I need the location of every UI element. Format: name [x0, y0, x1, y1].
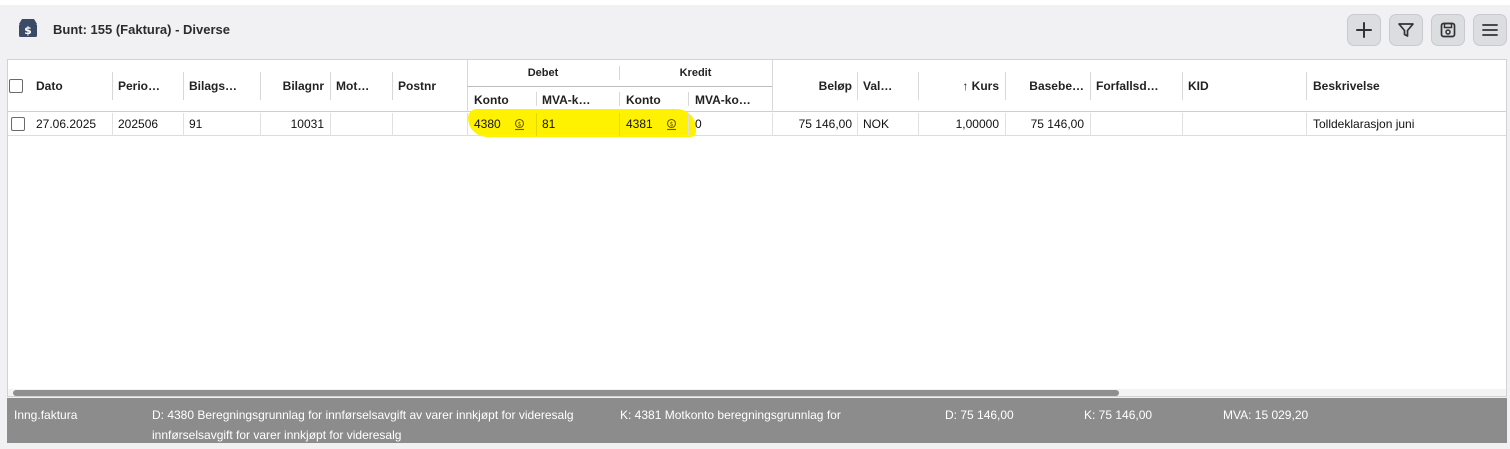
col-kredit-mva[interactable]: MVA-ko… [695, 93, 751, 107]
col-kid[interactable]: KID [1188, 79, 1209, 93]
col-motpart[interactable]: Mot… [336, 79, 369, 93]
row-checkbox[interactable] [11, 117, 25, 131]
horizontal-scrollbar-thumb[interactable] [13, 390, 1119, 396]
col-periode[interactable]: Perio… [118, 79, 160, 93]
filter-button[interactable] [1389, 14, 1423, 46]
summary-footer: Inng.faktura D: 4380 Beregningsgrunnlag … [7, 398, 1507, 443]
hamburger-menu-icon [1482, 24, 1498, 36]
footer-kredit-account-cont: innførselsavgift for varer innkjøpt for … [152, 428, 402, 442]
page-title: Bunt: 155 (Faktura) - Diverse [53, 22, 230, 37]
cell-beskrivelse[interactable]: Tolldeklarasjon juni [1313, 113, 1414, 136]
voucher-grid: Dato Perio… Bilags… Bilagnr Mot… Postnr … [7, 59, 1507, 397]
col-beskrivelse[interactable]: Beskrivelse [1313, 79, 1380, 93]
cell-kredit-konto[interactable]: 4381 [626, 113, 653, 136]
cell-postnr[interactable] [398, 113, 458, 136]
col-debet-konto[interactable]: Konto [474, 93, 509, 107]
col-forfallsdato[interactable]: Forfallsd… [1096, 79, 1159, 93]
cell-debet-konto[interactable]: 4380 [474, 113, 501, 136]
col-debet-mva[interactable]: MVA-k… [542, 93, 590, 107]
col-bilagsart[interactable]: Bilags… [189, 79, 237, 93]
save-button[interactable] [1431, 14, 1465, 46]
svg-text:$: $ [24, 24, 32, 37]
menu-button[interactable] [1473, 14, 1507, 46]
cell-valuta[interactable]: NOK [863, 113, 889, 136]
select-all-checkbox[interactable] [9, 79, 23, 93]
cell-periode[interactable]: 202506 [118, 113, 158, 136]
svg-text:$: $ [518, 121, 522, 128]
svg-text:$: $ [670, 121, 674, 128]
kredit-konto-lookup-icon[interactable]: $ [665, 113, 678, 136]
col-postnr[interactable]: Postnr [398, 79, 436, 93]
col-bilagnr[interactable]: Bilagnr [266, 79, 324, 93]
group-debet: Debet [527, 67, 559, 79]
col-basebelop[interactable]: Basebe… [1011, 79, 1084, 93]
footer-mva-sum: MVA: 15 029,20 [1223, 408, 1309, 422]
cell-forfallsdato[interactable] [1096, 113, 1176, 136]
cell-kid[interactable] [1188, 113, 1298, 136]
cell-basebelop[interactable]: 75 146,00 [1011, 113, 1084, 136]
col-valuta[interactable]: Val… [863, 79, 892, 93]
cash-box-icon: $ [17, 17, 39, 39]
cell-kredit-mva[interactable]: 0 [695, 113, 702, 136]
footer-kredit-sum: K: 75 146,00 [1084, 408, 1153, 422]
col-dato[interactable]: Dato [36, 79, 63, 93]
cell-bilagnr[interactable]: 10031 [266, 113, 324, 136]
footer-debet-sum: D: 75 146,00 [945, 408, 1014, 422]
cell-bilagsart[interactable]: 91 [189, 113, 202, 136]
filter-icon [1398, 23, 1414, 37]
cell-motpart[interactable] [336, 113, 386, 136]
col-kredit-konto[interactable]: Konto [626, 93, 661, 107]
cell-debet-mva[interactable]: 81 [542, 113, 555, 136]
footer-voucher-type: Inng.faktura [14, 408, 78, 422]
add-button[interactable] [1347, 14, 1381, 46]
cell-dato[interactable]: 27.06.2025 [36, 113, 96, 136]
cell-kurs[interactable]: 1,00000 [924, 113, 999, 136]
save-icon [1440, 22, 1456, 38]
col-kurs[interactable]: ↑ Kurs [924, 79, 999, 93]
footer-debet-account: D: 4380 Beregningsgrunnlag for innførsel… [152, 408, 574, 422]
cell-belop[interactable]: 75 146,00 [778, 113, 852, 136]
grid-header: Dato Perio… Bilags… Bilagnr Mot… Postnr … [8, 60, 1506, 112]
group-kredit: Kredit [679, 67, 712, 79]
bottom-strip [0, 443, 1510, 449]
header: $ Bunt: 155 (Faktura) - Diverse [0, 5, 1510, 55]
table-row[interactable]: 27.06.2025 202506 91 10031 4380 $ 81 438… [8, 113, 1506, 136]
footer-kredit-account: K: 4381 Motkonto beregningsgrunnlag for [620, 408, 841, 422]
col-belop[interactable]: Beløp [778, 79, 852, 93]
plus-icon [1356, 22, 1372, 38]
debet-konto-lookup-icon[interactable]: $ [513, 113, 526, 136]
